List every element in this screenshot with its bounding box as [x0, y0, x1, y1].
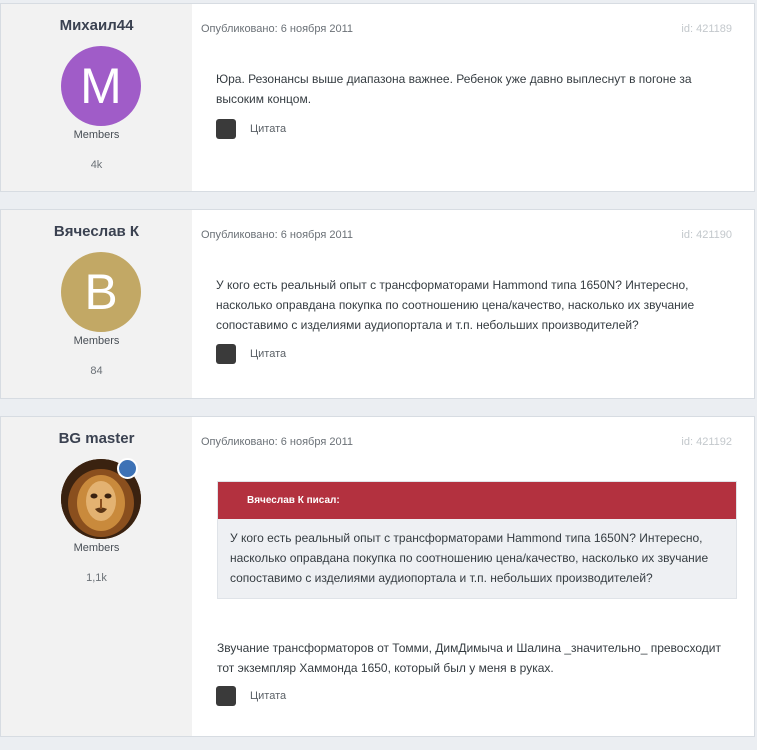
quote-icon	[216, 119, 236, 139]
author-panel: Вячеслав К B Members 84	[1, 210, 192, 398]
avatar[interactable]: B	[61, 252, 141, 332]
post-id[interactable]: id: 421189	[681, 23, 732, 35]
quote-label: Цитата	[250, 348, 287, 360]
post-id[interactable]: id: 421190	[681, 229, 732, 241]
post-arrow-notch	[192, 427, 200, 443]
quote-button[interactable]: Цитата	[216, 119, 286, 139]
published-date: Опубликовано: 6 ноября 2011	[201, 436, 353, 448]
author-name[interactable]: Михаил44	[1, 17, 192, 34]
author-panel: BG master Members 1,1k	[1, 417, 192, 736]
quote-label: Цитата	[250, 690, 287, 702]
forum-post: BG master Members 1,1k Опубликовано: 6 н…	[0, 416, 755, 737]
post-count: 4k	[90, 159, 103, 171]
published-date: Опубликовано: 6 ноября 2011	[201, 229, 353, 241]
post-count: 84	[90, 365, 103, 377]
post-id[interactable]: id: 421192	[681, 436, 732, 448]
forum-post: Михаил44 M Members 4k Опубликовано: 6 но…	[0, 3, 755, 192]
published-date: Опубликовано: 6 ноября 2011	[201, 23, 353, 35]
quote-block: Вячеслав К писал: У кого есть реальный о…	[217, 481, 737, 599]
post-arrow-notch	[192, 220, 200, 236]
member-group: Members	[73, 335, 120, 347]
post-count: 1,1k	[86, 572, 107, 584]
avatar-letter: M	[80, 58, 122, 114]
post-content: Звучание трансформаторов от Томми, ДимДи…	[217, 641, 721, 675]
post-content: У кого есть реальный опыт с трансформато…	[216, 278, 695, 332]
member-group: Members	[73, 542, 120, 554]
avatar[interactable]: M	[61, 46, 141, 126]
forum-post: Вячеслав К B Members 84 Опубликовано: 6 …	[0, 209, 755, 399]
quote-icon	[216, 344, 236, 364]
online-status-icon	[117, 458, 138, 479]
quote-button[interactable]: Цитата	[216, 686, 286, 706]
post-content: Юра. Резонансы выше диапазона важнее. Ре…	[216, 72, 692, 106]
quote-button[interactable]: Цитата	[216, 344, 286, 364]
quote-label: Цитата	[250, 123, 287, 135]
author-name[interactable]: Вячеслав К	[1, 223, 192, 240]
quote-header[interactable]: Вячеслав К писал:	[218, 482, 736, 519]
member-group: Members	[73, 129, 120, 141]
post-arrow-notch	[192, 14, 200, 30]
avatar-letter: B	[84, 264, 118, 320]
quote-icon	[216, 686, 236, 706]
quote-text: У кого есть реальный опыт с трансформато…	[230, 531, 709, 585]
author-name[interactable]: BG master	[1, 430, 192, 447]
author-panel: Михаил44 M Members 4k	[1, 4, 192, 191]
